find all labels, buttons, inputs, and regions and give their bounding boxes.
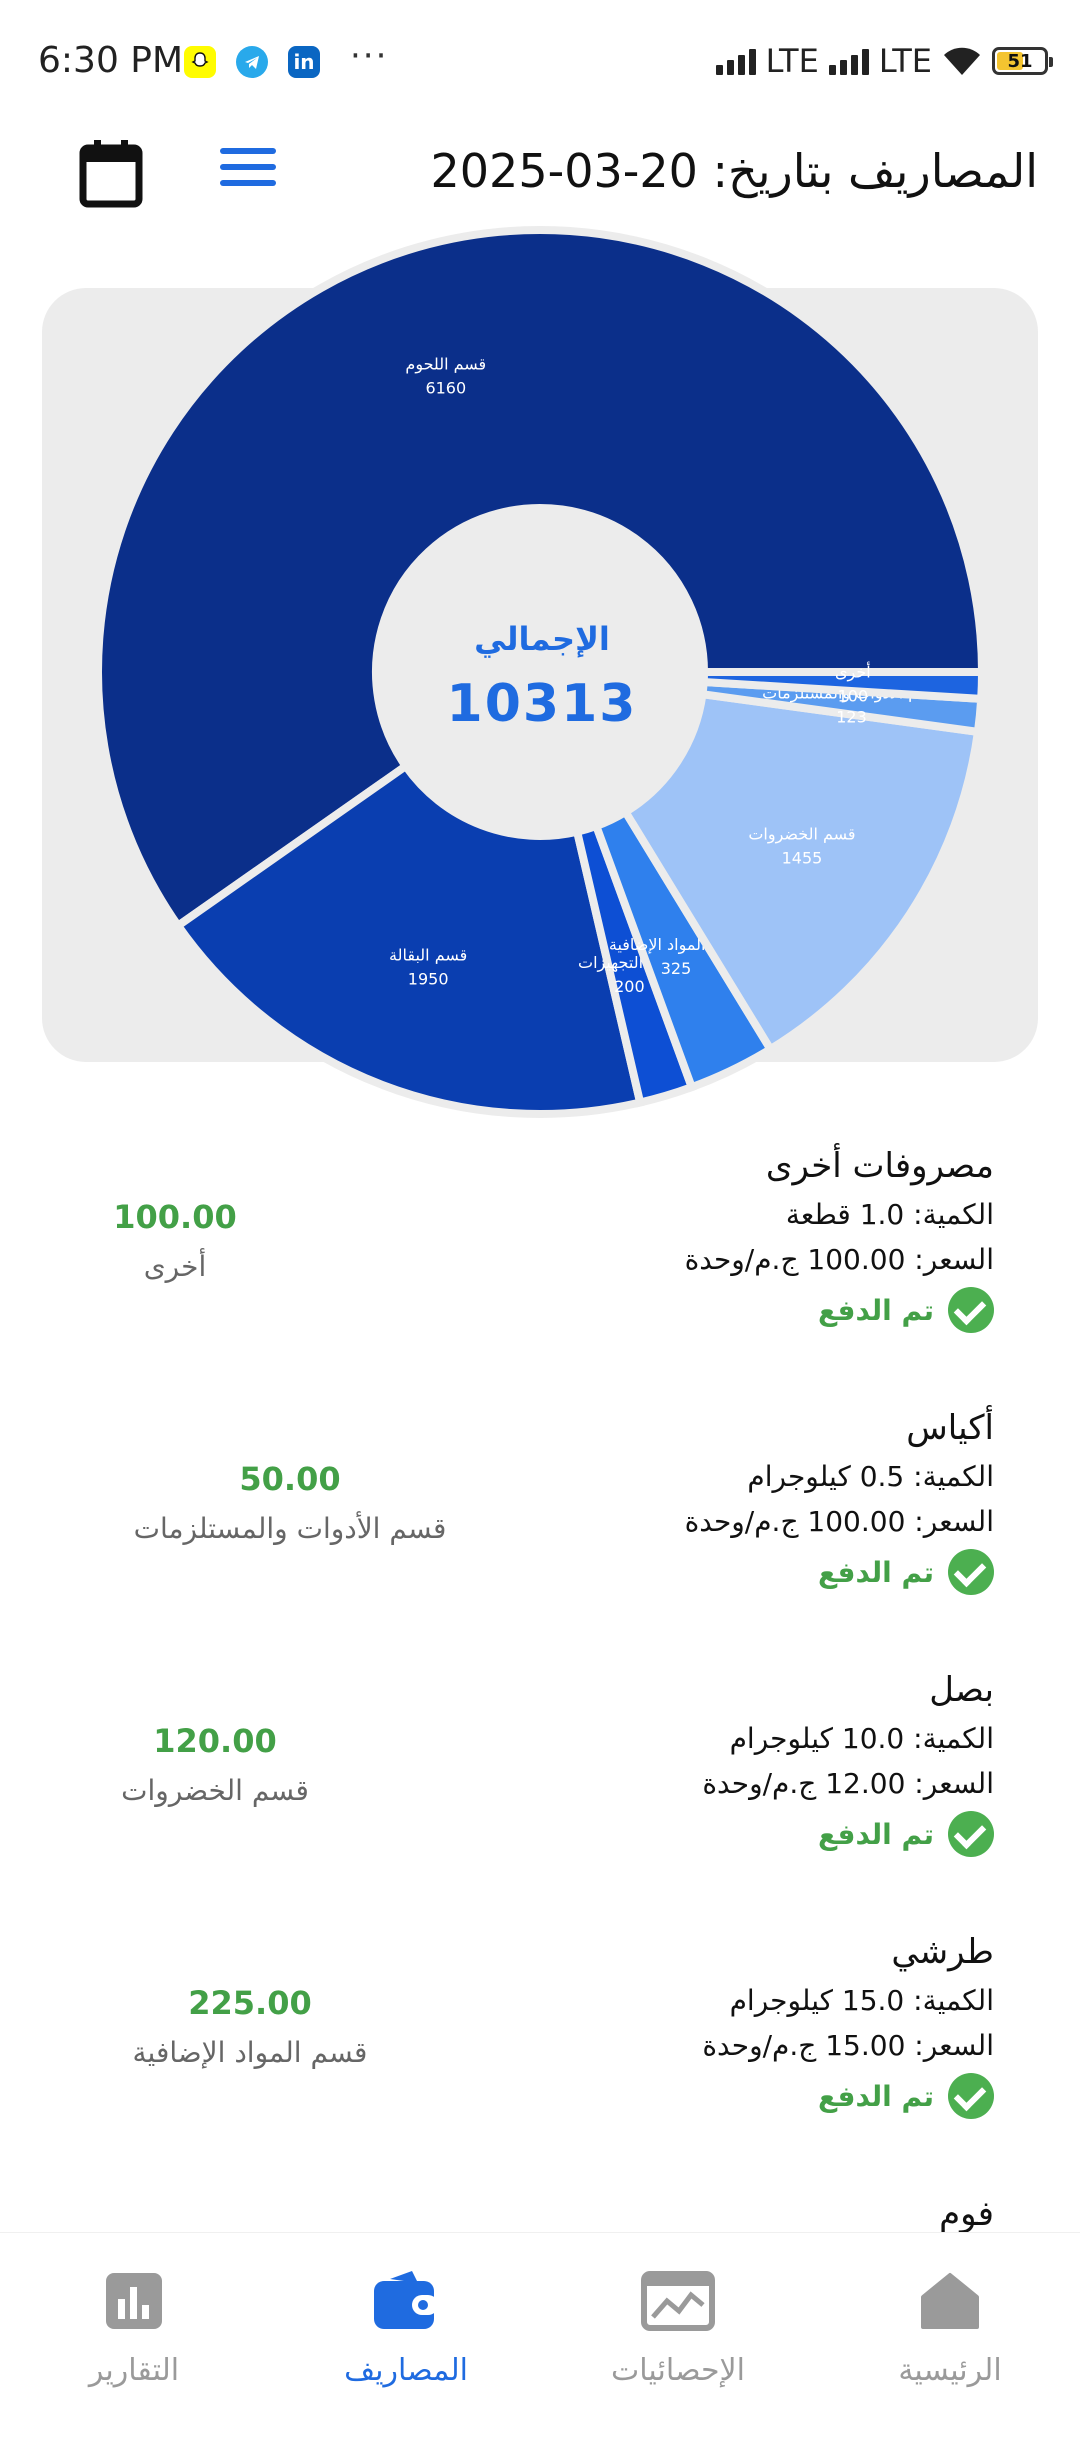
nav-label: التقارير xyxy=(88,2353,180,2388)
expense-price: السعر: 15.00 ج.م/وحدة xyxy=(702,2029,994,2062)
expenses-donut-chart: قسم اللحوم6160قسم البقالة1950قسم التجهيز… xyxy=(94,226,987,1118)
slice-value: 200 xyxy=(614,977,645,996)
paid-check-icon xyxy=(948,1811,994,1857)
expense-price: السعر: 100.00 ج.م/وحدة xyxy=(684,1505,994,1538)
expense-item[interactable]: بصل الكمية: 10.0 كيلوجرام السعر: 12.00 ج… xyxy=(0,1664,1080,1926)
expense-category: أخرى xyxy=(143,1250,207,1283)
slice-label: قسم البقالة xyxy=(389,945,467,964)
payment-status: تم الدفع xyxy=(818,2079,934,2113)
expense-name: أكياس xyxy=(906,1408,994,1448)
wallet-icon xyxy=(374,2271,438,2329)
paid-check-icon xyxy=(948,2073,994,2119)
expense-quantity: الكمية: 0.5 كيلوجرام xyxy=(747,1460,994,1493)
chart-center-label: الإجمالي 10313 xyxy=(380,620,704,734)
expense-category: قسم الخضروات xyxy=(121,1774,309,1807)
slice-value: 1950 xyxy=(408,969,449,988)
expense-amount: 120.00 xyxy=(153,1722,277,1760)
slice-value: 1455 xyxy=(782,848,823,867)
nav-label: الإحصائيات xyxy=(611,2353,745,2388)
nav-label: المصاريف xyxy=(344,2353,468,2388)
expense-price: السعر: 100.00 ج.م/وحدة xyxy=(684,1243,994,1276)
expense-name: طرشي xyxy=(891,1932,994,1972)
expense-amount: 50.00 xyxy=(239,1460,341,1498)
slice-value: 123 xyxy=(836,708,867,727)
expense-item[interactable]: أكياس الكمية: 0.5 كيلوجرام السعر: 100.00… xyxy=(0,1402,1080,1664)
slice-value: 100 xyxy=(838,687,869,706)
expense-item[interactable]: طرشي الكمية: 15.0 كيلوجرام السعر: 15.00 … xyxy=(0,1926,1080,2188)
nav-reports[interactable]: التقارير xyxy=(24,2269,244,2388)
nav-home[interactable]: الرئيسية xyxy=(840,2269,1060,2388)
payment-status: تم الدفع xyxy=(818,1555,934,1589)
payment-status: تم الدفع xyxy=(818,1817,934,1851)
slice-value: 6160 xyxy=(425,379,466,398)
chart-total-value: 10313 xyxy=(446,674,638,734)
reports-chart-icon xyxy=(106,2273,162,2329)
expense-quantity: الكمية: 10.0 كيلوجرام xyxy=(729,1722,994,1755)
payment-status: تم الدفع xyxy=(818,1293,934,1327)
expense-amount: 100.00 xyxy=(113,1198,237,1236)
slice-label: قسم الخضروات xyxy=(748,824,855,844)
expense-name: مصروفات أخرى xyxy=(765,1146,994,1186)
nav-label: الرئيسية xyxy=(898,2353,1002,2388)
statistics-icon xyxy=(641,2271,715,2331)
chart-total-title: الإجمالي xyxy=(474,620,610,658)
expense-name: بصل xyxy=(929,1670,994,1710)
expense-quantity: الكمية: 15.0 كيلوجرام xyxy=(729,1984,994,2017)
paid-check-icon xyxy=(948,1549,994,1595)
slice-value: 325 xyxy=(661,959,692,978)
nav-expenses[interactable]: المصاريف xyxy=(296,2269,516,2388)
bottom-navigation: التقارير المصاريف الإحصائيات الرئيسية xyxy=(0,2232,1080,2401)
home-icon xyxy=(921,2273,979,2329)
slice-label: أخرى xyxy=(835,662,871,683)
nav-statistics[interactable]: الإحصائيات xyxy=(568,2269,788,2388)
expense-category: قسم المواد الإضافية xyxy=(132,2036,368,2069)
slice-label: قسم اللحوم xyxy=(405,355,486,375)
expense-item[interactable]: مصروفات أخرى الكمية: 1.0 قطعة السعر: 100… xyxy=(0,1140,1080,1402)
paid-check-icon xyxy=(948,1287,994,1333)
expense-amount: 225.00 xyxy=(188,1984,312,2022)
expense-category: قسم الأدوات والمستلزمات xyxy=(133,1512,447,1545)
expense-price: السعر: 12.00 ج.م/وحدة xyxy=(702,1767,994,1800)
expense-quantity: الكمية: 1.0 قطعة xyxy=(785,1198,994,1231)
